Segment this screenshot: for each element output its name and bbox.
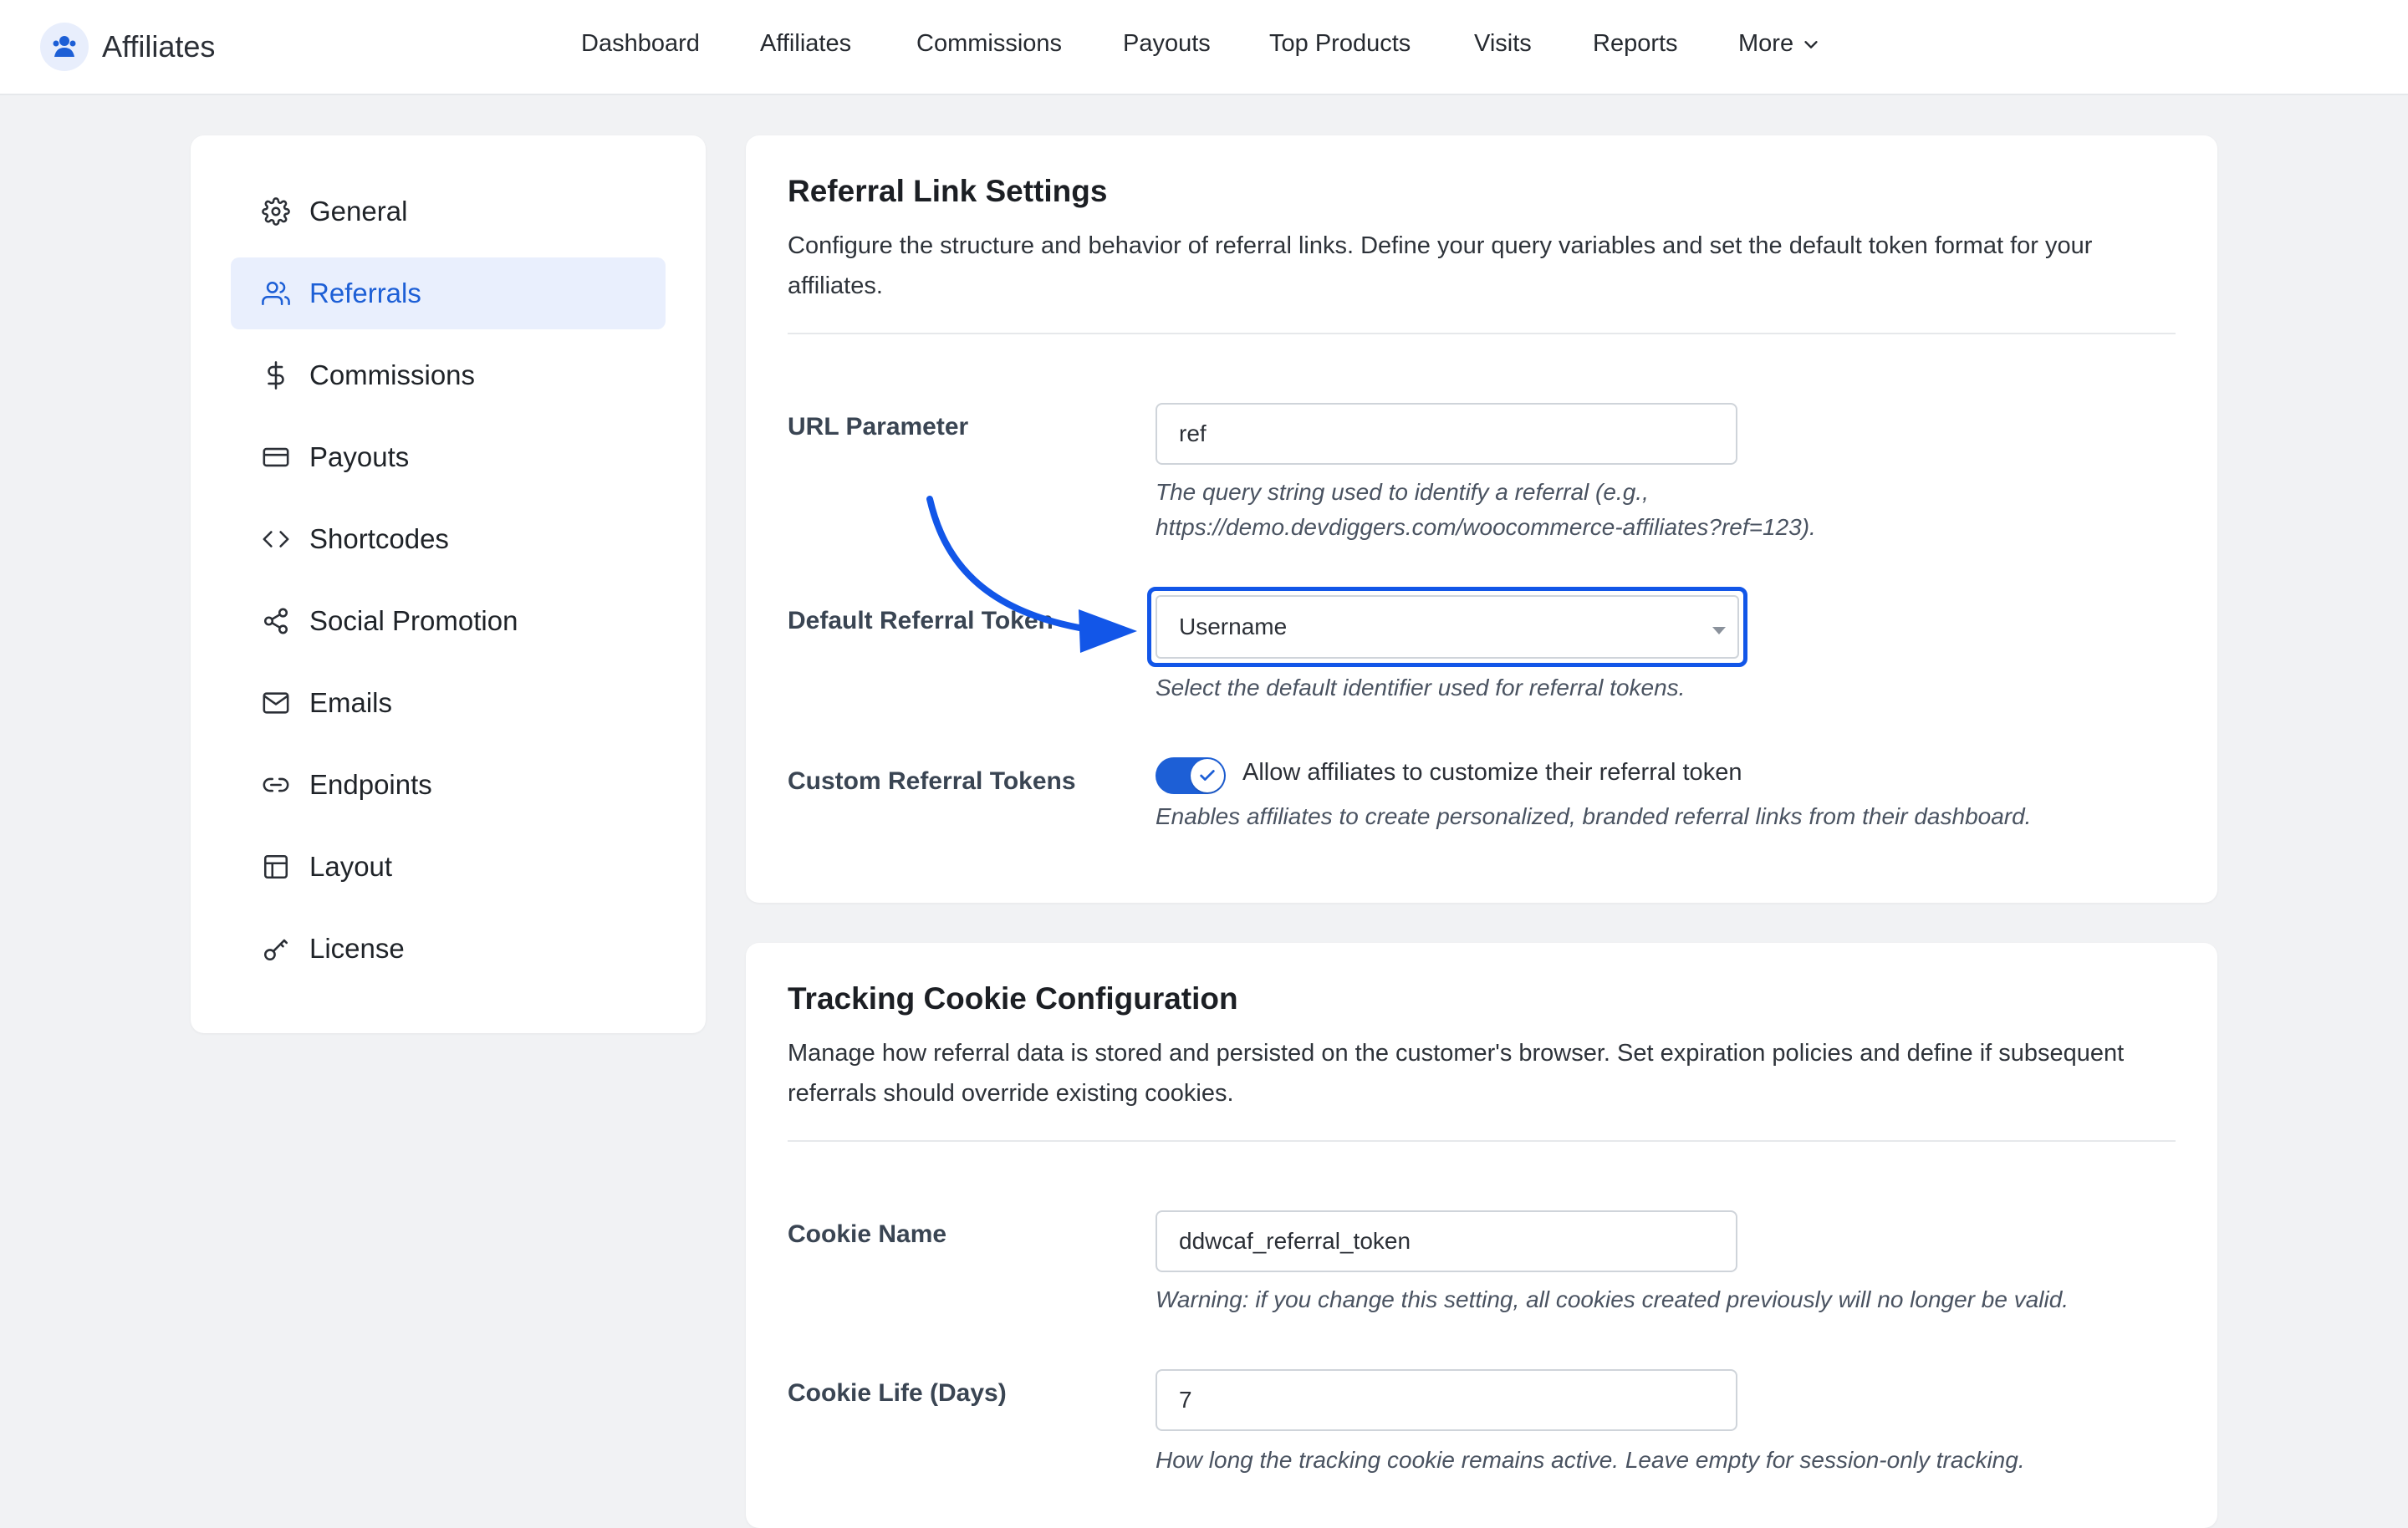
cookie-name-input[interactable]: ddwcaf_referral_token: [1156, 1210, 1737, 1272]
sidebar-item-general[interactable]: General: [231, 176, 666, 247]
mail-icon: [259, 686, 293, 720]
top-navigation-bar: Affiliates Dashboard Affiliates Commissi…: [0, 0, 2408, 95]
select-caret-icon: [1712, 627, 1726, 634]
nav-payouts[interactable]: Payouts: [1123, 30, 1211, 58]
nav-more-label: More: [1738, 30, 1794, 57]
dollar-icon: [259, 359, 293, 392]
custom-referral-tokens-help: Enables affiliates to create personalize…: [1156, 803, 2032, 829]
sidebar-item-label: License: [309, 933, 405, 964]
tracking-cookie-configuration-card: Tracking Cookie Configuration Manage how…: [746, 943, 2217, 1528]
sidebar-item-referrals[interactable]: Referrals: [231, 257, 666, 329]
sidebar-item-label: Referrals: [309, 278, 421, 308]
key-icon: [259, 932, 293, 965]
sidebar-item-payouts[interactable]: Payouts: [231, 421, 666, 493]
settings-sidebar: General Referrals Commissions Payouts Sh…: [191, 135, 706, 1033]
section-title: Tracking Cookie Configuration: [788, 981, 1238, 1016]
sidebar-item-endpoints[interactable]: Endpoints: [231, 749, 666, 821]
sidebar-item-social-promotion[interactable]: Social Promotion: [231, 585, 666, 657]
share-icon: [259, 604, 293, 638]
affiliates-logo-icon: [40, 23, 89, 71]
sidebar-item-label: Shortcodes: [309, 523, 449, 554]
select-value: Username: [1179, 614, 1288, 639]
sidebar-item-layout[interactable]: Layout: [231, 831, 666, 903]
default-referral-token-highlight: Username: [1147, 587, 1747, 667]
users-icon: [259, 277, 293, 310]
link-icon: [259, 768, 293, 802]
brand[interactable]: Affiliates: [40, 22, 215, 72]
url-parameter-help-line: https://demo.devdiggers.com/woocommerce-…: [1156, 514, 1816, 540]
nav-more[interactable]: More: [1738, 30, 1820, 58]
cookie-name-help: Warning: if you change this setting, all…: [1156, 1286, 2069, 1312]
custom-referral-tokens-label: Custom Referral Tokens: [788, 767, 1076, 795]
sidebar-item-label: Social Promotion: [309, 605, 518, 636]
cookie-life-input[interactable]: 7: [1156, 1369, 1737, 1431]
default-referral-token-help: Select the default identifier used for r…: [1156, 675, 1686, 700]
cookie-name-label: Cookie Name: [788, 1220, 947, 1248]
section-title: Referral Link Settings: [788, 174, 1108, 208]
section-description: Manage how referral data is stored and p…: [788, 1040, 2125, 1107]
sidebar-item-label: Emails: [309, 687, 393, 718]
sidebar-item-label: Endpoints: [309, 769, 432, 800]
section-description: Configure the structure and behavior of …: [788, 232, 2093, 299]
cookie-life-label: Cookie Life (Days): [788, 1379, 1007, 1407]
toggle-knob: [1191, 759, 1224, 792]
sidebar-item-commissions[interactable]: Commissions: [231, 339, 666, 411]
url-parameter-help-line: The query string used to identify a refe…: [1156, 479, 1649, 505]
sidebar-item-label: Payouts: [309, 441, 410, 472]
sidebar-item-license[interactable]: License: [231, 913, 666, 985]
url-parameter-label: URL Parameter: [788, 413, 969, 441]
credit-card-icon: [259, 441, 293, 474]
nav-commissions[interactable]: Commissions: [916, 30, 1062, 58]
nav-affiliates[interactable]: Affiliates: [760, 30, 851, 58]
url-parameter-input[interactable]: ref: [1156, 403, 1737, 465]
nav-visits[interactable]: Visits: [1474, 30, 1532, 58]
app-title: Affiliates: [102, 29, 216, 64]
sidebar-item-label: Layout: [309, 851, 393, 882]
section-divider: [788, 1140, 2176, 1142]
sidebar-item-label: Commissions: [309, 359, 476, 390]
sidebar-item-label: General: [309, 196, 408, 227]
sidebar-item-emails[interactable]: Emails: [231, 667, 666, 739]
url-parameter-help: The query string used to identify a refe…: [1156, 475, 1816, 545]
nav-dashboard[interactable]: Dashboard: [581, 30, 700, 58]
custom-referral-tokens-toggle-label: Allow affiliates to customize their refe…: [1242, 759, 1742, 786]
section-divider: [788, 333, 2176, 334]
nav-reports[interactable]: Reports: [1593, 30, 1678, 58]
chevron-down-icon: [1804, 40, 1818, 48]
checkmark-icon: [1200, 770, 1215, 781]
custom-referral-tokens-toggle[interactable]: [1156, 757, 1226, 794]
sidebar-item-shortcodes[interactable]: Shortcodes: [231, 503, 666, 575]
nav-top-products[interactable]: Top Products: [1269, 30, 1411, 58]
layout-icon: [259, 850, 293, 884]
cookie-life-help: How long the tracking cookie remains act…: [1156, 1447, 2025, 1473]
gear-icon: [259, 195, 293, 228]
annotation-arrow-icon: [926, 496, 1137, 653]
code-icon: [259, 522, 293, 556]
default-referral-token-select[interactable]: Username: [1156, 595, 1739, 659]
